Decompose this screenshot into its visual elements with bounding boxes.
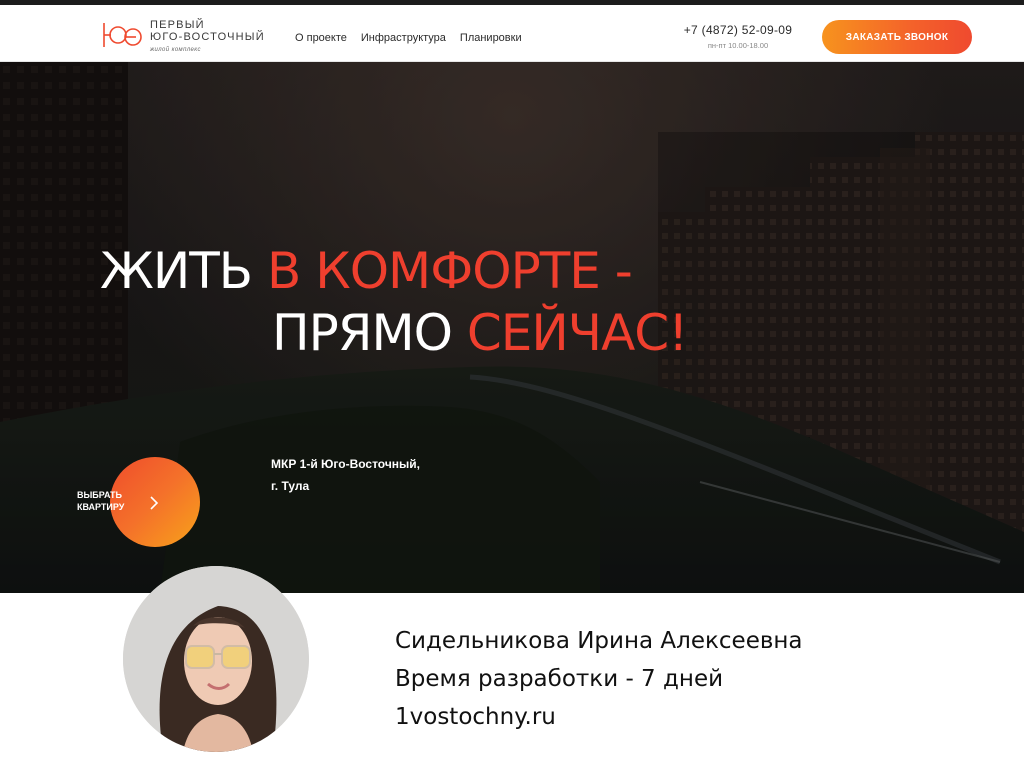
hero-section: ЖИТЬ В КОМФОРТЕ - ПРЯМО СЕЙЧАС! МКР 1-й …: [0, 62, 1024, 593]
avatar: [123, 566, 309, 752]
choose-label-line-2: КВАРТИРУ: [77, 502, 125, 512]
nav-item-layouts[interactable]: Планировки: [460, 32, 522, 44]
choose-label-line-1: ВЫБРАТЬ: [77, 490, 123, 500]
logo-text: ПЕРВЫЙ ЮГО-ВОСТОЧНЫЙ жилой комплекс: [150, 19, 265, 54]
choose-apartment-label[interactable]: ВЫБРАТЬ КВАРТИРУ: [77, 489, 147, 513]
development-time: Время разработки - 7 дней: [395, 666, 724, 692]
logo-line-2: ЮГО-ВОСТОЧНЫЙ: [150, 31, 265, 43]
logo-line-1: ПЕРВЫЙ: [150, 19, 205, 31]
author-info: Сидельникова Ирина Алексеевна Время разр…: [395, 622, 803, 736]
contact-block: +7 (4872) 52-09-09 пн-пт 10.00-18.00: [672, 23, 804, 50]
main-nav: О проекте Инфраструктура Планировки: [295, 32, 522, 44]
author-name: Сидельникова Ирина Алексеевна: [395, 628, 803, 654]
headline-line-1: ЖИТЬ В КОМФОРТЕ -: [100, 240, 780, 302]
phone-link[interactable]: +7 (4872) 52-09-09: [672, 23, 804, 37]
site-url[interactable]: 1vostochny.ru: [395, 698, 803, 736]
address-line-1: МКР 1-й Юго-Восточный,: [271, 457, 421, 471]
logo[interactable]: ПЕРВЫЙ ЮГО-ВОСТОЧНЫЙ жилой комплекс: [100, 17, 280, 57]
avatar-photo: [123, 566, 309, 752]
callback-button[interactable]: ЗАКАЗАТЬ ЗВОНОК: [822, 20, 972, 54]
headline-2-white: ПРЯМО: [272, 304, 467, 362]
page: ПЕРВЫЙ ЮГО-ВОСТОЧНЫЙ жилой комплекс О пр…: [0, 0, 1024, 768]
headline-2-accent: СЕЙЧАС!: [466, 304, 688, 362]
logo-subtitle: жилой комплекс: [150, 47, 201, 53]
nav-item-infrastructure[interactable]: Инфраструктура: [361, 32, 446, 44]
nav-item-about[interactable]: О проекте: [295, 32, 347, 44]
hero-headline: ЖИТЬ В КОМФОРТЕ - ПРЯМО СЕЙЧАС!: [100, 240, 780, 364]
logo-icon: [103, 23, 142, 47]
headline-line-2: ПРЯМО СЕЙЧАС!: [100, 302, 780, 364]
working-hours: пн-пт 10.00-18.00: [707, 41, 769, 50]
headline-1-accent: В КОМФОРТЕ -: [267, 242, 633, 300]
address: МКР 1-й Юго-Восточный, г. Тула: [271, 453, 461, 497]
header: ПЕРВЫЙ ЮГО-ВОСТОЧНЫЙ жилой комплекс О пр…: [0, 0, 1024, 62]
chevron-right-icon[interactable]: [147, 493, 161, 513]
address-line-2: г. Тула: [271, 479, 310, 493]
headline-1-white: ЖИТЬ: [100, 242, 267, 300]
